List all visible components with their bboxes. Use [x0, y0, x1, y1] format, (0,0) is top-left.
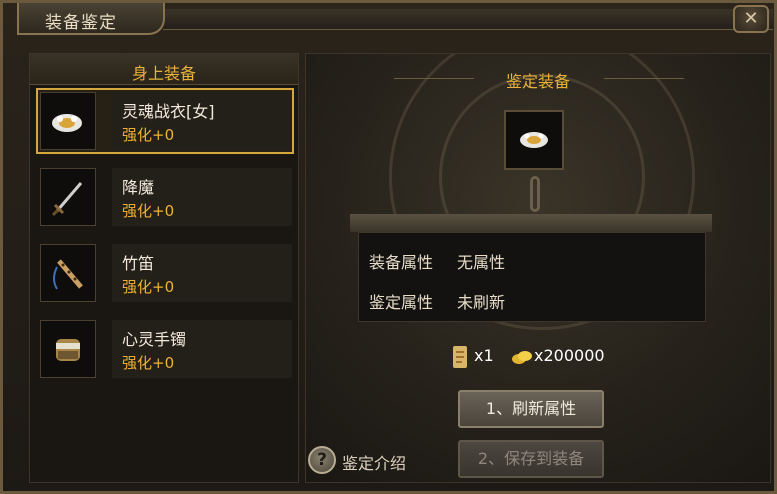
- attr-label-identify: 鉴定属性: [369, 293, 434, 312]
- item-name: 竹笛: [122, 254, 155, 273]
- item-level: 强化+0: [122, 278, 175, 296]
- equipment-item-bracelet[interactable]: 心灵手镯 强化+0: [36, 316, 294, 382]
- attr-label-equipment: 装备属性: [369, 253, 434, 272]
- pedestal-top: [350, 214, 712, 232]
- equipment-item-info: 降魔 强化+0: [112, 168, 292, 226]
- equipped-items-panel: 身上装备 灵魂战衣[女] 强化+0 降魔 强化+0 竹笛 强化+0 心灵手镯 强…: [29, 53, 299, 483]
- item-level: 强化+0: [122, 354, 175, 372]
- armor-icon: [520, 132, 548, 148]
- attribute-box: 装备属性 无属性 鉴定属性 未刷新: [358, 232, 706, 322]
- identify-slot[interactable]: [504, 110, 564, 170]
- equipment-item-sword[interactable]: 降魔 强化+0: [36, 164, 294, 230]
- identify-window: 装备鉴定 ✕ 身上装备 灵魂战衣[女] 强化+0 降魔 强化+0 竹笛 强化+0…: [0, 0, 777, 494]
- chain-decoration: [530, 176, 540, 212]
- close-button[interactable]: ✕: [733, 5, 769, 33]
- refresh-attributes-button[interactable]: 1、刷新属性: [458, 390, 604, 428]
- gold-cost: x200000: [534, 346, 605, 365]
- item-name: 灵魂战衣[女]: [122, 102, 215, 121]
- window-title: 装备鉴定: [45, 13, 117, 33]
- equipment-item-armor[interactable]: 灵魂战衣[女] 强化+0: [36, 88, 294, 154]
- help-link[interactable]: 鉴定介绍: [342, 450, 406, 474]
- identify-section-title: 鉴定装备: [505, 72, 570, 91]
- window-top-bar: [163, 9, 773, 30]
- attr-value-identify: 未刷新: [457, 293, 506, 312]
- equipped-header: 身上装备: [30, 54, 298, 85]
- equipment-item-flute[interactable]: 竹笛 强化+0: [36, 240, 294, 306]
- armor-icon: [40, 92, 96, 150]
- scroll-icon: [453, 346, 467, 368]
- item-name: 心灵手镯: [122, 330, 187, 349]
- sword-icon: [40, 168, 96, 226]
- bracelet-icon: [40, 320, 96, 378]
- item-level: 强化+0: [122, 202, 175, 220]
- flute-icon: [40, 244, 96, 302]
- equipped-header-label: 身上装备: [131, 64, 196, 83]
- item-level: 强化+0: [122, 126, 175, 144]
- scroll-cost: x1: [474, 346, 494, 365]
- question-icon[interactable]: ?: [308, 446, 336, 474]
- attr-value-equipment: 无属性: [457, 253, 506, 272]
- equipment-item-info: 灵魂战衣[女] 强化+0: [112, 92, 292, 150]
- save-to-equipment-button[interactable]: 2、保存到装备: [458, 440, 604, 478]
- gold-icon: [512, 351, 532, 364]
- equipment-item-info: 竹笛 强化+0: [112, 244, 292, 302]
- item-name: 降魔: [122, 178, 155, 197]
- equipment-item-info: 心灵手镯 强化+0: [112, 320, 292, 378]
- identify-panel: 鉴定装备 装备属性 无属性 鉴定属性 未刷新 x1 x200000 1、刷新属性…: [305, 53, 771, 483]
